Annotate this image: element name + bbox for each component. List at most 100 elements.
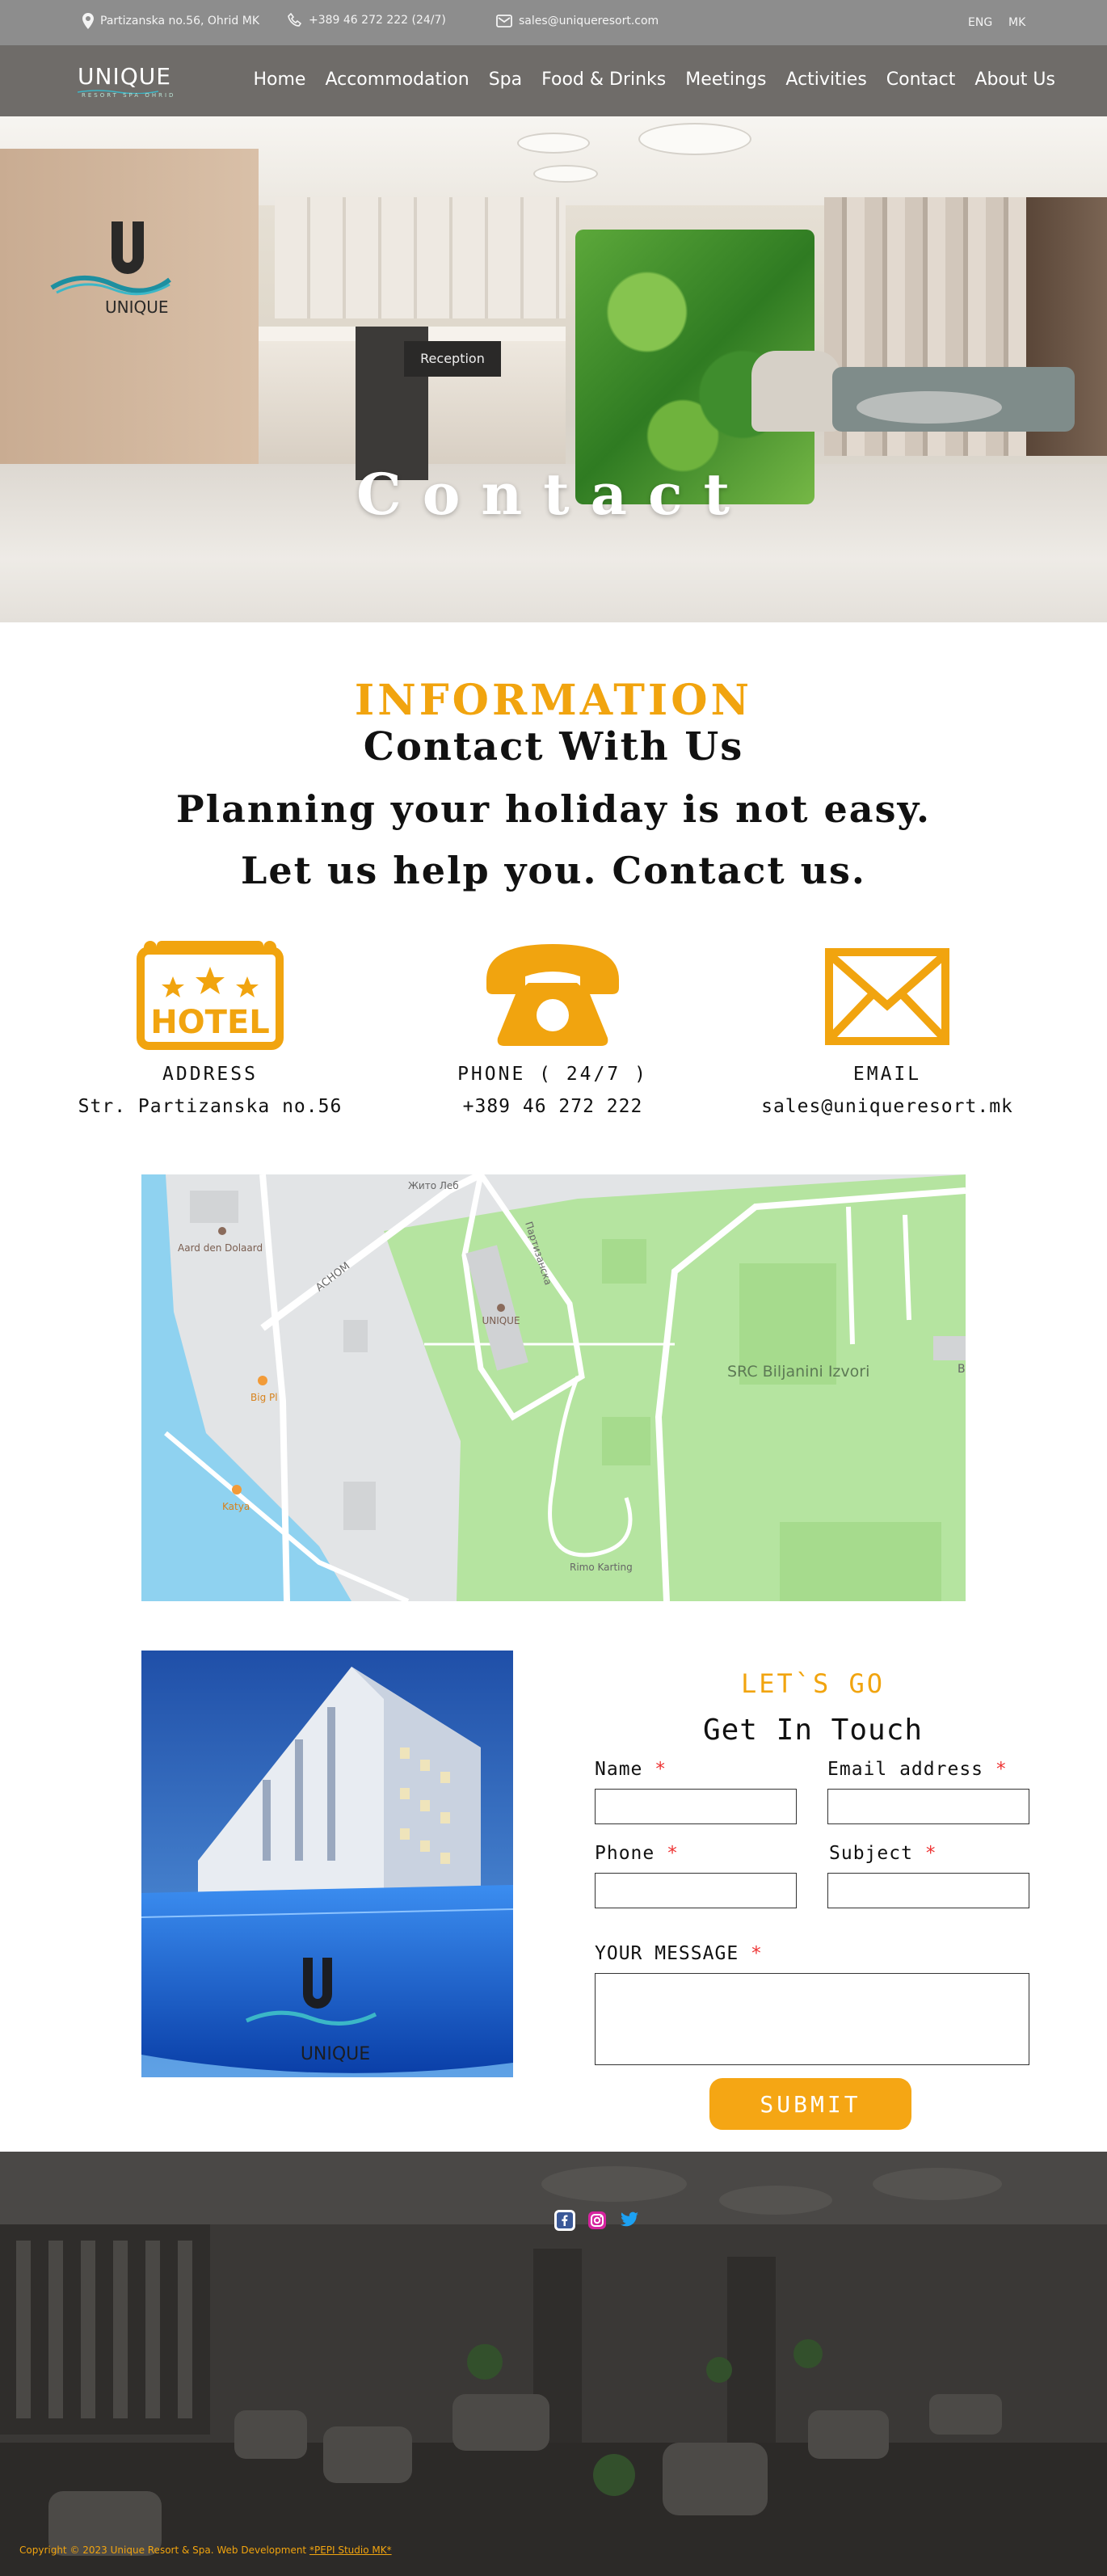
credit-link[interactable]: *PEPI Studio MK* <box>309 2544 392 2556</box>
required-mark: * <box>995 1759 1008 1780</box>
copyright: Copyright © 2023 Unique Resort & Spa. We… <box>19 2544 392 2556</box>
info-line-1: Planning your holiday is not easy. <box>176 787 931 831</box>
top-bar: Partizanska no.56, Ohrid MK +389 46 272 … <box>0 0 1107 45</box>
map-label: Big Pl <box>250 1392 278 1403</box>
instagram-icon[interactable] <box>587 2210 608 2231</box>
required-mark: * <box>751 1943 763 1964</box>
nav-item-spa[interactable]: Spa <box>489 70 522 90</box>
contact-address-value: Str. Partizanska no.56 <box>78 1096 343 1117</box>
site-logo[interactable]: UNIQUE <box>78 63 171 90</box>
email-label: Email address * <box>827 1759 1008 1780</box>
phone-icon <box>486 944 619 1046</box>
site-logo-subtitle: RESORT SPA OHRID <box>82 92 176 99</box>
topbar-address-text: Partizanska no.56, Ohrid MK <box>100 15 260 27</box>
topbar-address[interactable]: Partizanska no.56, Ohrid MK <box>82 13 259 29</box>
nav-item-about-us[interactable]: About Us <box>974 70 1055 90</box>
hotel-photo-illustration: UNIQUE <box>141 1651 513 2077</box>
info-kicker: INFORMATION <box>354 676 753 725</box>
contact-email-label: EMAIL <box>852 1064 922 1085</box>
contact-phone: PHONE ( 24/7 ) +389 46 272 222 <box>391 938 714 1117</box>
wall-logo: UNIQUE <box>48 213 178 322</box>
main-navigation: UNIQUE RESORT SPA OHRID Home Accommodati… <box>0 45 1107 116</box>
hotel-photo: UNIQUE <box>141 1651 513 2077</box>
message-label: YOUR MESSAGE * <box>595 1943 763 1964</box>
phone-label-text: Phone <box>595 1843 655 1864</box>
name-field[interactable] <box>595 1789 797 1824</box>
email-label-text: Email address <box>827 1759 984 1780</box>
contact-address: HOTEL ADDRESS Str. Partizanska no.56 <box>48 938 372 1117</box>
map-label-unique: UNIQUE <box>482 1315 520 1326</box>
map-label: B <box>958 1363 966 1376</box>
wall-logo-text: UNIQUE <box>105 297 169 317</box>
phone-label: Phone * <box>595 1843 679 1864</box>
topbar-phone[interactable]: +389 46 272 222 (24/7) <box>288 13 446 27</box>
location-map[interactable]: Жито Леб Партизанска UNIQUE Aard den Dol… <box>141 1174 966 1601</box>
nav-item-meetings[interactable]: Meetings <box>685 70 766 90</box>
instagram-glyph <box>588 2211 606 2229</box>
name-label-text: Name <box>595 1759 643 1780</box>
phone-field[interactable] <box>595 1873 797 1908</box>
twitter-glyph <box>621 2211 638 2227</box>
required-mark: * <box>924 1843 937 1864</box>
required-mark: * <box>667 1843 679 1864</box>
reception-sign: Reception <box>404 341 501 377</box>
hero-wood-wall <box>0 149 259 496</box>
map-label: Rimo Karting <box>570 1562 633 1573</box>
contact-phone-value[interactable]: +389 46 272 222 <box>391 1096 714 1117</box>
footer-background-lobby <box>0 2152 1107 2576</box>
hero-shelves <box>275 197 566 318</box>
nav-menu: Home Accommodation Spa Food & Drinks Mee… <box>253 70 1055 90</box>
copyright-text: Copyright © 2023 Unique Resort & Spa. We… <box>19 2544 309 2556</box>
contact-address-label: ADDRESS <box>162 1064 258 1085</box>
lounge-table <box>857 391 1002 424</box>
map-label: Aard den Dolaard <box>178 1242 263 1254</box>
ceiling-light <box>517 133 590 154</box>
location-pin-icon <box>82 13 94 29</box>
nav-item-contact[interactable]: Contact <box>886 70 956 90</box>
social-links <box>554 2210 640 2231</box>
hotel-sign-text: HOTEL <box>150 1004 270 1041</box>
nav-item-food-drinks[interactable]: Food & Drinks <box>541 70 666 90</box>
name-label: Name * <box>595 1759 667 1780</box>
subject-label-text: Subject <box>829 1843 913 1864</box>
map-label-park: SRC Biljanini Izvori <box>727 1363 869 1381</box>
info-line-2: Let us help you. Contact us. <box>241 849 866 892</box>
required-mark: * <box>655 1759 667 1780</box>
message-field[interactable] <box>595 1973 1029 2065</box>
message-label-text: YOUR MESSAGE <box>595 1943 739 1964</box>
facebook-glyph <box>557 2212 573 2228</box>
subject-field[interactable] <box>827 1873 1029 1908</box>
map-label: Katya <box>222 1501 250 1512</box>
phone-icon <box>288 13 302 27</box>
contact-email-value[interactable]: sales@uniqueresort.mk <box>726 1096 1049 1117</box>
contact-email: EMAIL sales@uniqueresort.mk <box>726 938 1049 1117</box>
topbar-phone-text: +389 46 272 222 (24/7) <box>309 14 446 27</box>
contact-phone-label: PHONE ( 24/7 ) <box>457 1064 648 1085</box>
twitter-icon[interactable] <box>619 2210 640 2231</box>
hero-banner: Reception UNIQUE Contact <box>0 116 1107 622</box>
info-title: Contact With Us <box>363 724 744 769</box>
email-field[interactable] <box>827 1789 1029 1824</box>
topbar-email-text: sales@uniqueresort.com <box>519 15 659 27</box>
language-mk[interactable]: MK <box>1008 16 1025 29</box>
footer <box>0 2152 1107 2576</box>
form-title: Get In Touch <box>702 1714 924 1747</box>
lounge-chair <box>751 351 840 432</box>
envelope-icon <box>825 948 949 1045</box>
page-title: Contact <box>356 461 751 528</box>
ceiling-light <box>638 123 751 155</box>
photo-logo-text: UNIQUE <box>301 2044 370 2064</box>
ceiling-light <box>533 165 598 183</box>
nav-item-accommodation[interactable]: Accommodation <box>325 70 469 90</box>
nav-item-home[interactable]: Home <box>253 70 305 90</box>
form-kicker: LET`S GO <box>740 1668 886 1699</box>
subject-label: Subject * <box>829 1843 937 1864</box>
map-canvas[interactable]: Жито Леб Партизанска UNIQUE Aard den Dol… <box>141 1174 966 1601</box>
nav-item-activities[interactable]: Activities <box>785 70 866 90</box>
language-eng[interactable]: ENG <box>968 16 992 29</box>
topbar-email[interactable]: sales@uniqueresort.com <box>496 13 659 29</box>
facebook-icon[interactable] <box>554 2210 575 2231</box>
mail-icon <box>496 15 512 27</box>
submit-button[interactable]: SUBMIT <box>709 2078 911 2130</box>
hotel-sign-icon: HOTEL <box>137 941 284 1050</box>
